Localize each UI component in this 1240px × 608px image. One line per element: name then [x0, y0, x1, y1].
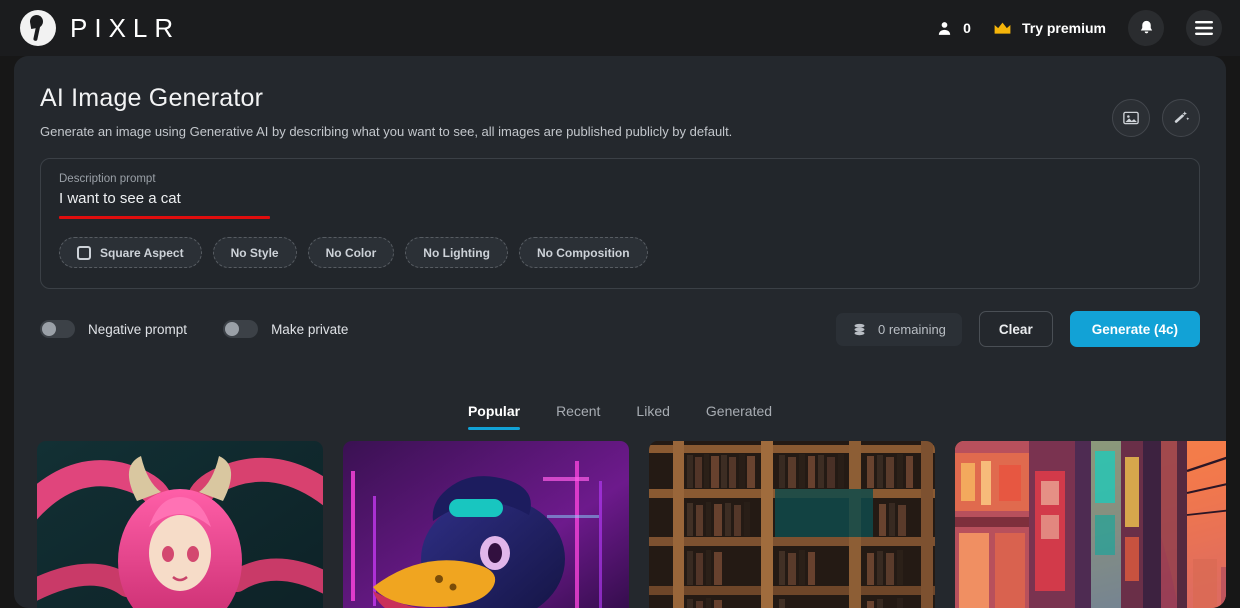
- generate-button[interactable]: Generate (4c): [1069, 311, 1200, 347]
- image-icon: [1123, 111, 1139, 125]
- crown-icon: [994, 22, 1011, 34]
- page-subtitle: Generate an image using Generative AI by…: [40, 124, 733, 139]
- clear-button[interactable]: Clear: [978, 311, 1053, 347]
- page-title: AI Image Generator: [40, 84, 264, 112]
- tab-generated[interactable]: Generated: [706, 403, 772, 430]
- toggle-switch[interactable]: [40, 320, 75, 338]
- chip-no-composition[interactable]: No Composition: [518, 237, 648, 268]
- chip-label: No Style: [230, 245, 279, 260]
- credits-indicator[interactable]: 0: [936, 20, 971, 37]
- chip-no-style[interactable]: No Style: [212, 237, 297, 268]
- header-actions: 0 Try premium: [936, 10, 1222, 46]
- toggle-label: Negative prompt: [88, 321, 188, 337]
- tab-liked[interactable]: Liked: [636, 403, 669, 430]
- cyberpunk-duck-thumbnail[interactable]: [343, 441, 629, 608]
- image-mode-button[interactable]: [1112, 99, 1150, 137]
- square-aspect-icon: [77, 245, 91, 260]
- brand-name: PIXLR: [70, 12, 181, 43]
- notifications-button[interactable]: [1128, 10, 1164, 46]
- prompt-underline-highlight: [59, 216, 270, 219]
- chip-label: No Lighting: [423, 245, 490, 260]
- credits-remaining-label: 0 remaining: [877, 321, 946, 337]
- anime-city-street-thumbnail[interactable]: [955, 441, 1226, 608]
- try-premium-button[interactable]: Try premium: [993, 20, 1106, 36]
- chip-no-color[interactable]: No Color: [307, 237, 395, 268]
- negative-prompt-toggle[interactable]: Negative prompt: [40, 320, 187, 338]
- tab-recent[interactable]: Recent: [556, 403, 600, 430]
- header-tool-buttons: [1112, 99, 1200, 137]
- toggle-label: Make private: [271, 321, 349, 337]
- chip-label: Square Aspect: [100, 245, 184, 260]
- credits-count: 0: [963, 20, 971, 36]
- gallery-tabs: Popular Recent Liked Generated: [14, 403, 1226, 430]
- anime-tentacle-girl-thumbnail[interactable]: [37, 441, 323, 608]
- magic-wand-icon: [1174, 111, 1190, 123]
- make-private-toggle[interactable]: Make private: [223, 320, 348, 338]
- menu-button[interactable]: [1186, 10, 1222, 46]
- toggle-switch[interactable]: [223, 320, 259, 338]
- chip-no-lighting[interactable]: No Lighting: [405, 237, 508, 268]
- tab-popular[interactable]: Popular: [467, 403, 521, 430]
- prompt-option-chips: Square Aspect No Style No Color No Light…: [59, 237, 1181, 268]
- brand-logo[interactable]: PIXLR: [20, 10, 180, 46]
- main-card: AI Image Generator Generate an image usi…: [14, 56, 1226, 608]
- chip-square-aspect[interactable]: Square Aspect: [59, 237, 202, 268]
- prompt-label: Description prompt: [59, 173, 156, 185]
- hamburger-menu-icon: [1195, 21, 1213, 35]
- controls-right-group: 0 remaining Clear Generate (4c): [835, 311, 1200, 347]
- magic-wand-button[interactable]: [1162, 99, 1200, 137]
- credits-remaining: 0 remaining: [835, 312, 962, 346]
- chip-label: No Color: [325, 245, 377, 260]
- generation-controls: Negative prompt Make private 0 remaining…: [40, 311, 1200, 347]
- thumbnail-artwork: [37, 441, 323, 608]
- prompt-panel[interactable]: Description prompt I want to see a cat S…: [40, 158, 1200, 289]
- thumbnail-artwork: [343, 441, 629, 608]
- person-icon: [939, 21, 951, 35]
- try-premium-label: Try premium: [1021, 20, 1106, 36]
- app-header: PIXLR 0 Try premium: [0, 0, 1240, 56]
- image-gallery: [14, 430, 1226, 608]
- prompt-input[interactable]: I want to see a cat: [59, 190, 181, 207]
- pixlr-logo-icon: [20, 10, 56, 46]
- card-header: AI Image Generator Generate an image usi…: [14, 56, 1226, 139]
- thumbnail-artwork: [955, 441, 1226, 608]
- bell-icon: [1140, 20, 1152, 34]
- library-bookshelves-thumbnail[interactable]: [649, 441, 935, 608]
- thumbnail-artwork: [649, 441, 935, 608]
- chip-label: No Composition: [536, 245, 630, 260]
- credits-stack-icon: [854, 323, 865, 335]
